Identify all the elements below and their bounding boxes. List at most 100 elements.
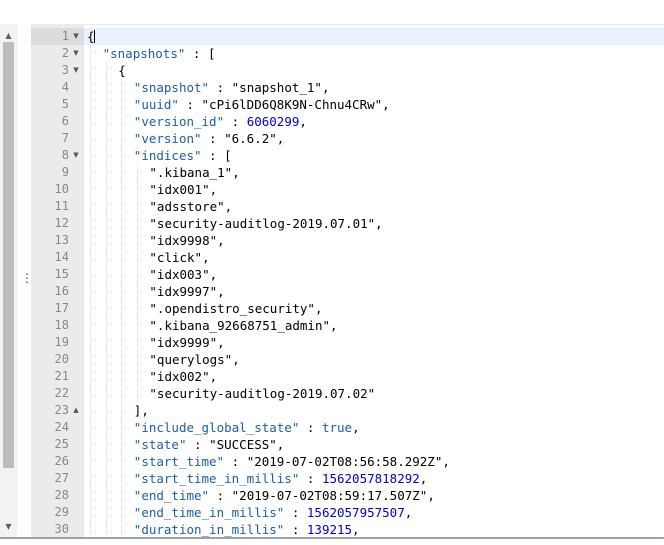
line-number: 25 [54, 437, 69, 451]
indent-guide [121, 181, 123, 198]
json-punctuation: , [217, 284, 225, 299]
code-line[interactable]: 18 ".kibana_92668751_admin", [31, 317, 664, 334]
code-line[interactable]: 28 "end_time" : "2019-07-02T08:59:17.507Z… [31, 487, 664, 504]
code-line[interactable]: 19 "idx9999", [31, 334, 664, 351]
code-text: ], [134, 402, 149, 419]
indent-guide [121, 368, 123, 385]
json-punctuation: ], [133, 403, 149, 418]
indent-guide [121, 334, 123, 351]
json-punctuation: : [284, 522, 307, 537]
indent-guide [90, 215, 91, 232]
code-line[interactable]: 11 "adsstore", [31, 198, 664, 215]
json-string: "2019-07-02T08:59:17.507Z" [231, 488, 428, 503]
code-text: "version_id" : 6060299, [134, 113, 307, 130]
indent-guide [90, 198, 91, 215]
json-code-editor[interactable]: 1 ▼{2 ▼ "snapshots" : [3 ▼{4 "snapshot" : "sn… [31, 28, 664, 537]
indent-guide [121, 487, 123, 504]
code-line[interactable]: 26 "start_time" : "2019-07-02T08:56:58.29… [31, 453, 664, 470]
code-line[interactable]: 22 "security-auditlog-2019.07.02" [31, 385, 664, 402]
code-text: "querylogs", [149, 351, 239, 368]
json-string: ".kibana_92668751_admin" [149, 318, 331, 333]
json-string: "security-auditlog-2019.07.02" [149, 386, 376, 401]
fold-toggle-icon[interactable]: ▼ [71, 28, 81, 45]
code-line[interactable]: 2 ▼ "snapshots" : [ [31, 45, 664, 62]
code-line[interactable]: 30 "duration_in_millis" : 139215, [31, 521, 664, 537]
panel-resize-splitter[interactable]: ⋮ [17, 24, 33, 537]
code-line[interactable]: 24 "include_global_state" : true, [31, 419, 664, 436]
code-line[interactable]: 27 "start_time_in_millis" : 1562057818292… [31, 470, 664, 487]
code-line[interactable]: 9 ".kibana_1", [31, 164, 664, 181]
indent-guide [136, 198, 138, 215]
scroll-down-arrow-icon[interactable]: ▼ [0, 519, 17, 535]
json-punctuation: , [232, 165, 240, 180]
vertical-scrollbar[interactable]: ▲ ▼ [0, 24, 18, 537]
indent-guide [105, 249, 107, 266]
json-punctuation: : [ [185, 46, 216, 61]
code-line[interactable]: 23 ▲], [31, 402, 664, 419]
code-line[interactable]: 21 "idx002", [31, 368, 664, 385]
indent-guide [121, 215, 123, 232]
json-punctuation: , [276, 131, 285, 146]
code-text: "idx002", [149, 368, 217, 385]
indent-guide [121, 385, 123, 402]
code-line[interactable]: 13 "idx9998", [31, 232, 664, 249]
code-line[interactable]: 17 ".opendistro_security", [31, 300, 664, 317]
indent-guide [105, 300, 107, 317]
code-text: "uuid" : "cPi6lDD6Q8K9N-Chnu4CRw", [134, 96, 390, 113]
fold-toggle-icon[interactable]: ▼ [71, 62, 81, 79]
json-punctuation: : [186, 437, 210, 452]
code-line[interactable]: 7 "version" : "6.6.2", [31, 130, 664, 147]
json-punctuation: : [299, 471, 322, 486]
code-line[interactable]: 8 ▼ "indices" : [ [31, 147, 664, 164]
indent-guide [136, 215, 138, 232]
indent-guide [90, 487, 91, 504]
json-punctuation: , [209, 369, 218, 384]
json-punctuation: , [224, 199, 233, 214]
line-number: 4 [61, 80, 69, 94]
json-punctuation: , [314, 301, 323, 316]
code-line[interactable]: 5 "uuid" : "cPi6lDD6Q8K9N-Chnu4CRw", [31, 96, 664, 113]
line-number: 18 [54, 318, 69, 332]
code-line[interactable]: 16 "idx9997", [31, 283, 664, 300]
line-number: 17 [54, 301, 69, 315]
json-key: "end_time_in_millis" [133, 505, 285, 520]
fold-toggle-icon[interactable]: ▼ [71, 45, 81, 62]
json-key: "snapshot" [133, 80, 210, 95]
scrollbar-thumb[interactable] [3, 42, 14, 468]
code-line[interactable]: 10 "idx001", [31, 181, 664, 198]
fold-collapse-icon[interactable]: ▲ [71, 402, 81, 419]
json-punctuation: , [419, 471, 428, 486]
indent-guide [105, 453, 107, 470]
fold-toggle-icon[interactable]: ▼ [71, 147, 81, 164]
indent-guide [90, 300, 91, 317]
code-line[interactable]: 4 "snapshot" : "snapshot_1", [31, 79, 664, 96]
indent-guide [105, 215, 107, 232]
code-text: "snapshots" : [ [103, 45, 216, 62]
json-punctuation: : [178, 97, 202, 112]
code-line[interactable]: 25 "state" : "SUCCESS", [31, 436, 664, 453]
indent-guide [90, 453, 91, 470]
code-line[interactable]: 12 "security-auditlog-2019.07.01", [31, 215, 664, 232]
line-number: 10 [54, 182, 69, 196]
code-line[interactable]: 6 "version_id" : 6060299, [31, 113, 664, 130]
code-line[interactable]: 15 "idx003", [31, 266, 664, 283]
json-punctuation: , [202, 250, 210, 265]
json-punctuation: , [375, 216, 383, 231]
indent-guide [105, 351, 107, 368]
code-text: "idx9997", [149, 283, 224, 300]
indent-guide [90, 368, 91, 385]
code-line[interactable]: 3 ▼ { [31, 62, 664, 79]
code-line[interactable]: 29 "end_time_in_millis" : 1562057957507, [31, 504, 664, 521]
indent-guide [121, 232, 123, 249]
code-line[interactable]: 20 "querylogs", [31, 351, 664, 368]
code-line[interactable]: 1 ▼{ [31, 28, 664, 45]
line-number: 28 [54, 488, 69, 502]
json-punctuation: : [224, 114, 247, 129]
indent-guide [90, 317, 91, 334]
json-string: "SUCCESS" [209, 437, 277, 452]
line-number: 9 [61, 165, 69, 179]
indent-guide [90, 521, 91, 537]
indent-guide [121, 79, 123, 96]
code-line[interactable]: 14 "click", [31, 249, 664, 266]
indent-guide [90, 130, 91, 147]
